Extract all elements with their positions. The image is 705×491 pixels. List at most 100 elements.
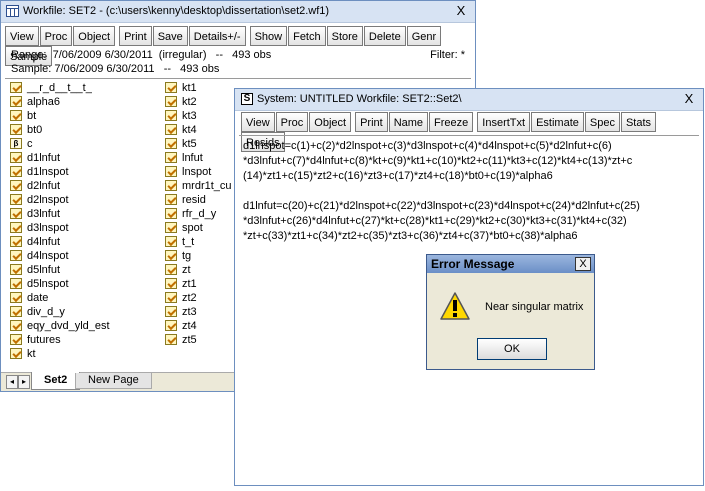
system-title: System: UNTITLED Workfile: SET2::Set2\: [257, 93, 462, 105]
object-list-item[interactable]: d1lnfut: [9, 151, 159, 165]
object-list-item[interactable]: alpha6: [9, 95, 159, 109]
workfile-genr-button[interactable]: Genr: [406, 26, 442, 46]
system-titlebar[interactable]: S System: UNTITLED Workfile: SET2::Set2\…: [235, 89, 703, 111]
object-list-item[interactable]: __r_d__t__t_: [9, 81, 159, 95]
system-print-button[interactable]: Print: [355, 112, 388, 132]
workfile-close-button[interactable]: X: [453, 3, 469, 18]
system-name-button[interactable]: Name: [388, 112, 429, 132]
series-icon: [10, 306, 22, 317]
object-list-item[interactable]: tg: [164, 249, 236, 263]
system-view-button[interactable]: View: [241, 112, 275, 132]
tab-scroll-left-button[interactable]: ◂: [6, 375, 18, 389]
object-list-item[interactable]: bt: [9, 109, 159, 123]
object-list-item[interactable]: d3lnspot: [9, 221, 159, 235]
workfile-show-button[interactable]: Show: [249, 26, 288, 46]
object-name: d2lnspot: [27, 194, 69, 206]
object-list-item[interactable]: mrdr1t_cu: [164, 179, 236, 193]
tab-set2[interactable]: Set2: [31, 372, 81, 390]
error-dialog[interactable]: Error Message X Near singular matrix OK: [426, 254, 595, 370]
object-name: d3lnspot: [27, 222, 69, 234]
object-name: kt4: [182, 124, 197, 136]
object-list-item[interactable]: d2lnspot: [9, 193, 159, 207]
workfile-proc-button[interactable]: Proc: [39, 26, 73, 46]
system-inserttxt-button[interactable]: InsertTxt: [477, 112, 531, 132]
object-list-item[interactable]: d1lnspot: [9, 165, 159, 179]
workfile-store-button[interactable]: Store: [326, 26, 363, 46]
object-list-item[interactable]: eqy_dvd_yld_est: [9, 319, 159, 333]
sample-info[interactable]: Sample: 7/06/2009 6/30/2011 -- 493 obs: [11, 63, 219, 75]
system-stats-button[interactable]: Stats: [620, 112, 657, 132]
system-spec-button[interactable]: Spec: [584, 112, 620, 132]
equation-line: (14)*zt1+c(15)*zt2+c(16)*zt3+c(17)*zt4+c…: [243, 170, 553, 182]
system-s-icon: S: [241, 93, 253, 105]
system-close-button[interactable]: X: [681, 91, 697, 106]
object-list-item[interactable]: βc: [9, 137, 159, 151]
object-name: kt3: [182, 110, 197, 122]
object-list-item[interactable]: kt: [9, 347, 159, 361]
object-list-item[interactable]: kt3: [164, 109, 236, 123]
object-list-item[interactable]: zt3: [164, 305, 236, 319]
object-list-item[interactable]: kt2: [164, 95, 236, 109]
object-list-item[interactable]: kt1: [164, 81, 236, 95]
workfile-print-button[interactable]: Print: [119, 26, 152, 46]
ok-button[interactable]: OK: [477, 338, 547, 360]
series-icon: [10, 222, 22, 233]
object-list-item[interactable]: d5lnspot: [9, 277, 159, 291]
object-list-item[interactable]: t_t: [164, 235, 236, 249]
object-list-item[interactable]: d2lnfut: [9, 179, 159, 193]
workfile-object-button[interactable]: Object: [73, 26, 116, 46]
object-list-item[interactable]: d5lnfut: [9, 263, 159, 277]
workfile-details-button[interactable]: Details+/-: [188, 26, 246, 46]
object-list-item[interactable]: rfr_d_y: [164, 207, 236, 221]
object-list-item[interactable]: futures: [9, 333, 159, 347]
equation-line: *zt+c(33)*zt1+c(34)*zt2+c(35)*zt3+c(36)*…: [243, 230, 578, 242]
object-name: d1lnfut: [27, 152, 61, 164]
tab-scroll-right-button[interactable]: ▸: [18, 375, 30, 389]
series-icon: [10, 348, 22, 359]
object-list-item[interactable]: zt: [164, 263, 236, 277]
object-list-item[interactable]: bt0: [9, 123, 159, 137]
series-icon: [165, 236, 177, 247]
object-list-item[interactable]: lnspot: [164, 165, 236, 179]
object-list-item[interactable]: lnfut: [164, 151, 236, 165]
workfile-titlebar[interactable]: Workfile: SET2 - (c:\users\kenny\desktop…: [1, 1, 475, 23]
filter-info[interactable]: Filter: *: [430, 49, 465, 61]
series-icon: [165, 320, 177, 331]
object-name: eqy_dvd_yld_est: [27, 320, 110, 332]
system-object-button[interactable]: Object: [309, 112, 352, 132]
object-list-item[interactable]: date: [9, 291, 159, 305]
system-freeze-button[interactable]: Freeze: [429, 112, 474, 132]
object-list-item[interactable]: zt5: [164, 333, 236, 347]
workfile-toolbar: View Proc Object Print Save Details+/- S…: [5, 26, 471, 66]
object-list-item[interactable]: d4lnfut: [9, 235, 159, 249]
object-list-item[interactable]: zt4: [164, 319, 236, 333]
object-list-item[interactable]: zt2: [164, 291, 236, 305]
series-icon: [10, 194, 22, 205]
object-list-item[interactable]: d4lnspot: [9, 249, 159, 263]
error-dialog-close-button[interactable]: X: [575, 257, 591, 271]
error-dialog-titlebar[interactable]: Error Message X: [427, 255, 594, 273]
range-info[interactable]: Range: 7/06/2009 6/30/2011 (irregular) -…: [11, 49, 271, 61]
object-list-column-2: kt1 kt2 kt3 kt4 kt5 lnfut lnspot mrdr1t_cu resid…: [164, 81, 236, 347]
system-estimate-button[interactable]: Estimate: [531, 112, 584, 132]
workfile-title: Workfile: SET2 - (c:\users\kenny\desktop…: [23, 5, 330, 17]
workfile-fetch-button[interactable]: Fetch: [288, 26, 326, 46]
system-proc-button[interactable]: Proc: [275, 112, 309, 132]
tab-new-page[interactable]: New Page: [75, 373, 152, 389]
system-toolbar-divider: [239, 135, 699, 136]
object-list-item[interactable]: kt4: [164, 123, 236, 137]
object-name: lnspot: [182, 166, 212, 178]
workfile-view-button[interactable]: View: [5, 26, 39, 46]
object-name: div_d_y: [27, 306, 65, 318]
object-list-item[interactable]: resid: [164, 193, 236, 207]
object-list-item[interactable]: kt5: [164, 137, 236, 151]
object-list-item[interactable]: spot: [164, 221, 236, 235]
object-list-item[interactable]: div_d_y: [9, 305, 159, 319]
equation-line: d1lnfut=c(20)+c(21)*d2lnspot+c(22)*d3lns…: [243, 200, 640, 212]
workfile-delete-button[interactable]: Delete: [363, 26, 406, 46]
object-list-item[interactable]: d3lnfut: [9, 207, 159, 221]
object-name: kt1: [182, 82, 197, 94]
system-specification-text[interactable]: d1lnspot=c(1)+c(2)*d2lnspot+c(3)*d3lnspo…: [243, 139, 695, 244]
object-list-item[interactable]: zt1: [164, 277, 236, 291]
workfile-save-button[interactable]: Save: [152, 26, 188, 46]
